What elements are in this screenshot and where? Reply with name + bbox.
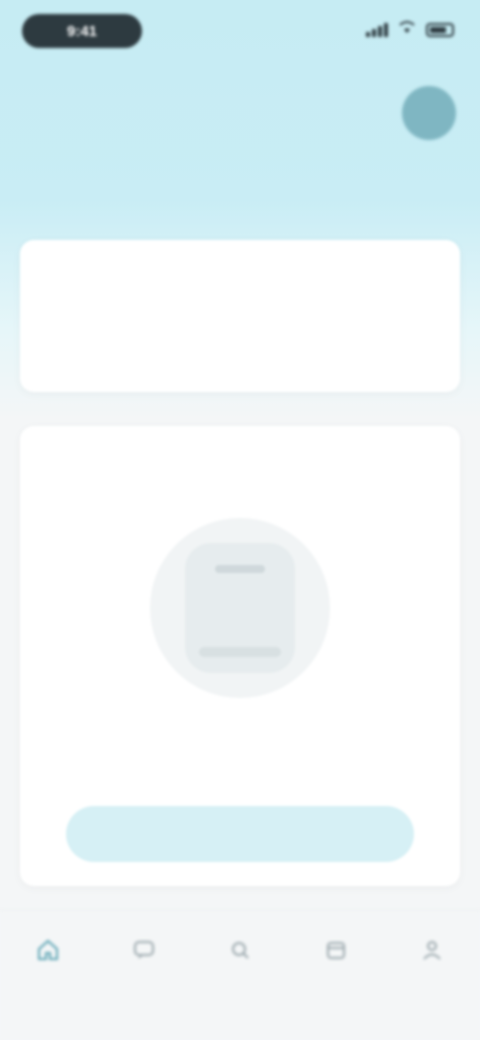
nav-item-search[interactable] <box>205 937 275 971</box>
chat-icon <box>131 937 157 963</box>
nav-item-profile[interactable] <box>397 937 467 971</box>
bottom-nav <box>0 910 480 1040</box>
home-icon <box>35 937 61 963</box>
wifi-icon <box>398 20 416 39</box>
avatar[interactable] <box>402 86 456 140</box>
main-card <box>20 426 460 886</box>
app-screen: 9:41 <box>0 0 480 1040</box>
nav-item-home[interactable] <box>13 937 83 971</box>
empty-state-icon <box>185 543 295 673</box>
search-icon <box>227 937 253 963</box>
signal-icon <box>366 22 388 37</box>
nav-item-chat[interactable] <box>109 937 179 971</box>
battery-icon <box>426 22 454 37</box>
status-bar: 9:41 <box>0 0 480 64</box>
profile-icon <box>419 937 445 963</box>
status-time: 9:41 <box>22 14 142 48</box>
summary-card[interactable] <box>20 240 460 392</box>
nav-item-calendar[interactable] <box>301 937 371 971</box>
calendar-icon <box>323 937 349 963</box>
status-icons <box>366 20 454 39</box>
page-header <box>24 86 456 140</box>
primary-action-button[interactable] <box>66 806 414 862</box>
empty-state-illustration <box>150 518 330 698</box>
